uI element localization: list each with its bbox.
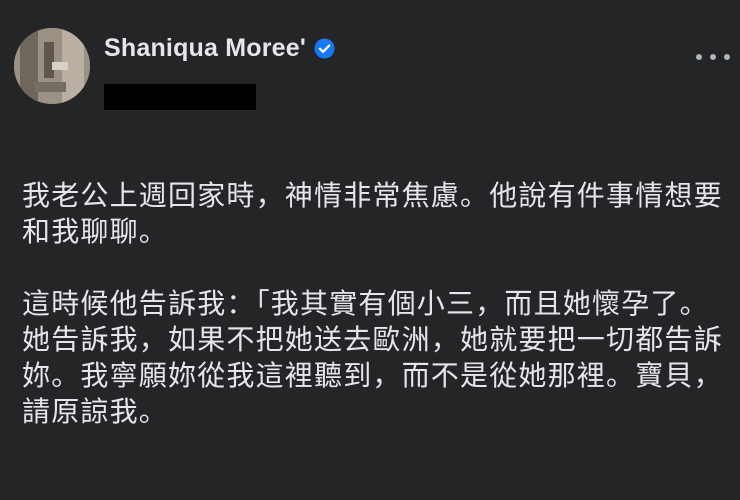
redacted-post-metadata [104, 84, 256, 110]
post-paragraph-1: 我老公上週回家時，神情非常焦慮。他說有件事情想要和我聊聊。 [22, 179, 723, 248]
author-name[interactable]: Shaniqua Moree' [104, 34, 306, 63]
more-dot [710, 54, 716, 60]
more-options-icon[interactable] [696, 50, 730, 64]
post-text: 我老公上週回家時，神情非常焦慮。他說有件事情想要和我聊聊。 這時候他告訴我：「我… [22, 178, 726, 466]
author-header: Shaniqua Moree' [104, 34, 335, 63]
verified-badge-icon [314, 38, 335, 59]
facebook-post: Shaniqua Moree' 我老公上週回家時，神情非常焦慮。他說有件事情想要… [0, 0, 740, 500]
post-paragraph-2: 這時候他告訴我：「我其實有個小三，而且她懷孕了。她告訴我，如果不把她送去歐洲，她… [22, 287, 723, 428]
more-dot [696, 54, 702, 60]
profile-photo [14, 28, 90, 104]
more-dot [724, 54, 730, 60]
author-avatar[interactable] [14, 28, 90, 104]
